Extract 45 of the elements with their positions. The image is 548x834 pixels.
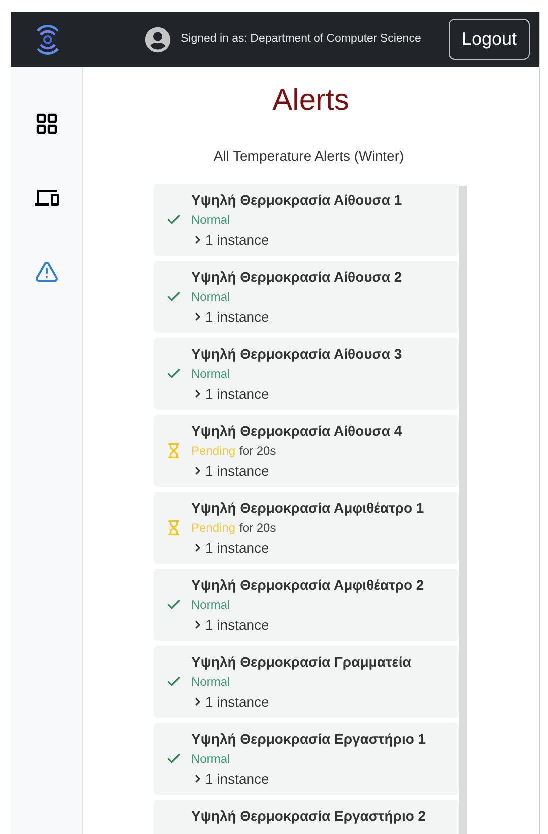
alert-title: Υψηλή Θερμοκρασία Αίθουσα 3	[192, 345, 402, 363]
alert-title: Υψηλή Θερμοκρασία Εργαστήριο 2	[192, 807, 426, 825]
instances-toggle[interactable]: 1 instance	[192, 462, 402, 480]
signed-in-text: Signed in as: Department of Computer Science	[181, 32, 422, 47]
user-avatar-icon	[145, 26, 171, 52]
instances-toggle[interactable]: 1 instance	[192, 693, 412, 711]
alert-title: Υψηλή Θερμοκρασία Εργαστήριο 1	[192, 730, 426, 748]
alert-card[interactable]: Υψηλή Θερμοκρασία Αίθουσα 4 Pending for 20s 1 instance	[154, 415, 458, 487]
alert-card[interactable]: Υψηλή Θερμοκρασία Αμφιθέατρο 1 Pending for 20s 1 instance	[154, 492, 458, 564]
alert-title: Υψηλή Θερμοκρασία Αμφιθέατρο 1	[192, 499, 424, 517]
status-label: Normal	[192, 289, 230, 306]
alert-card[interactable]: Υψηλή Θερμοκρασία Αίθουσα 2 Normal 1 instance	[154, 261, 458, 333]
alert-title: Υψηλή Θερμοκρασία Αίθουσα 4	[192, 422, 402, 440]
alert-card[interactable]: Υψηλή Θερμοκρασία Αίθουσα 3 Normal 1 instance	[154, 338, 458, 410]
status-label: Normal	[192, 366, 230, 383]
instances-toggle[interactable]: 1 instance	[192, 616, 424, 634]
alert-card[interactable]: Υψηλή Θερμοκρασία Αίθουσα 1 Normal 1 instance	[154, 184, 458, 256]
subtitle: All Temperature Alerts (Winter)	[214, 147, 404, 166]
grid-icon[interactable]	[34, 112, 58, 136]
instances-toggle[interactable]: 1 instance	[192, 308, 402, 326]
status-label: Normal	[192, 597, 230, 614]
alert-title: Υψηλή Θερμοκρασία Γραμματεία	[192, 653, 412, 671]
instances-toggle[interactable]: 1 instance	[192, 539, 424, 557]
status-label: Pending	[192, 443, 236, 460]
alert-card[interactable]: Υψηλή Θερμοκρασία Γραμματεία Normal 1 instance	[154, 646, 458, 718]
instances-toggle[interactable]: 1 instance	[192, 770, 426, 788]
alert-title: Υψηλή Θερμοκρασία Αίθουσα 2	[192, 268, 402, 286]
hourglass-icon	[166, 520, 182, 536]
logout-button[interactable]: Logout	[448, 19, 530, 60]
duration-text: for 20s	[240, 443, 276, 460]
warning-icon[interactable]	[34, 260, 58, 284]
duration-text: for 20s	[240, 520, 276, 537]
alert-title: Υψηλή Θερμοκρασία Αμφιθέατρο 2	[192, 576, 424, 594]
page-title: Alerts	[272, 83, 350, 119]
hourglass-icon	[166, 443, 182, 459]
alert-card[interactable]: Υψηλή Θερμοκρασία Αμφιθέατρο 2 Normal 1 instance	[154, 569, 458, 641]
status-label: Normal	[192, 212, 230, 229]
status-label: Normal	[192, 674, 230, 691]
instances-toggle[interactable]: 1 instance	[192, 385, 402, 403]
alert-card[interactable]: Υψηλή Θερμοκρασία Εργαστήριο 2	[154, 800, 458, 834]
alert-title: Υψηλή Θερμοκρασία Αίθουσα 1	[192, 191, 402, 209]
status-label: Pending	[192, 520, 236, 537]
status-label: Normal	[192, 751, 230, 768]
alert-card[interactable]: Υψηλή Θερμοκρασία Εργαστήριο 1 Normal 1 instance	[154, 723, 458, 795]
instances-toggle[interactable]: 1 instance	[192, 231, 402, 249]
